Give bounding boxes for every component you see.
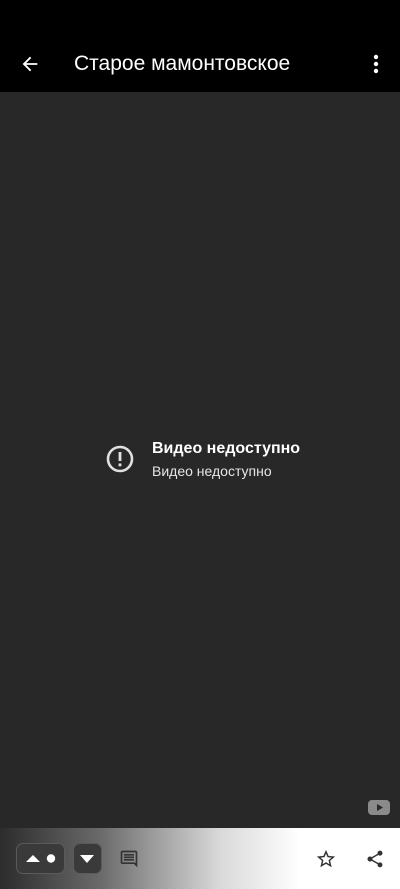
arrow-up-icon	[26, 854, 56, 863]
error-title: Видео недоступно	[152, 440, 301, 457]
more-options-button[interactable]	[356, 42, 396, 86]
video-player[interactable]: Видео недоступно Видео недоступно	[0, 92, 400, 828]
comment-icon	[120, 850, 138, 868]
share-icon	[367, 850, 383, 868]
page-title: Старое мамонтовское	[74, 52, 291, 75]
upvote-button[interactable]	[16, 843, 65, 874]
video-error-message: Видео недоступно Видео недоступно	[104, 439, 354, 489]
star-outline-icon	[316, 849, 336, 868]
favorite-button[interactable]	[313, 846, 339, 872]
bottom-action-bar	[0, 828, 400, 889]
arrow-down-icon	[80, 855, 94, 863]
more-vert-icon	[373, 54, 379, 74]
back-button[interactable]	[8, 42, 52, 86]
downvote-button[interactable]	[73, 843, 102, 874]
error-outline-icon	[106, 445, 134, 473]
arrow-back-icon	[22, 56, 38, 72]
top-app-bar: Старое мамонтовское	[0, 36, 400, 92]
comments-button[interactable]	[116, 846, 142, 872]
share-button[interactable]	[362, 846, 388, 872]
error-subtitle: Видео недоступно	[152, 463, 272, 479]
youtube-icon[interactable]	[368, 800, 390, 815]
status-bar	[0, 0, 400, 36]
app-window: Старое мамонтовское Видео недоступно Вид…	[0, 0, 400, 889]
